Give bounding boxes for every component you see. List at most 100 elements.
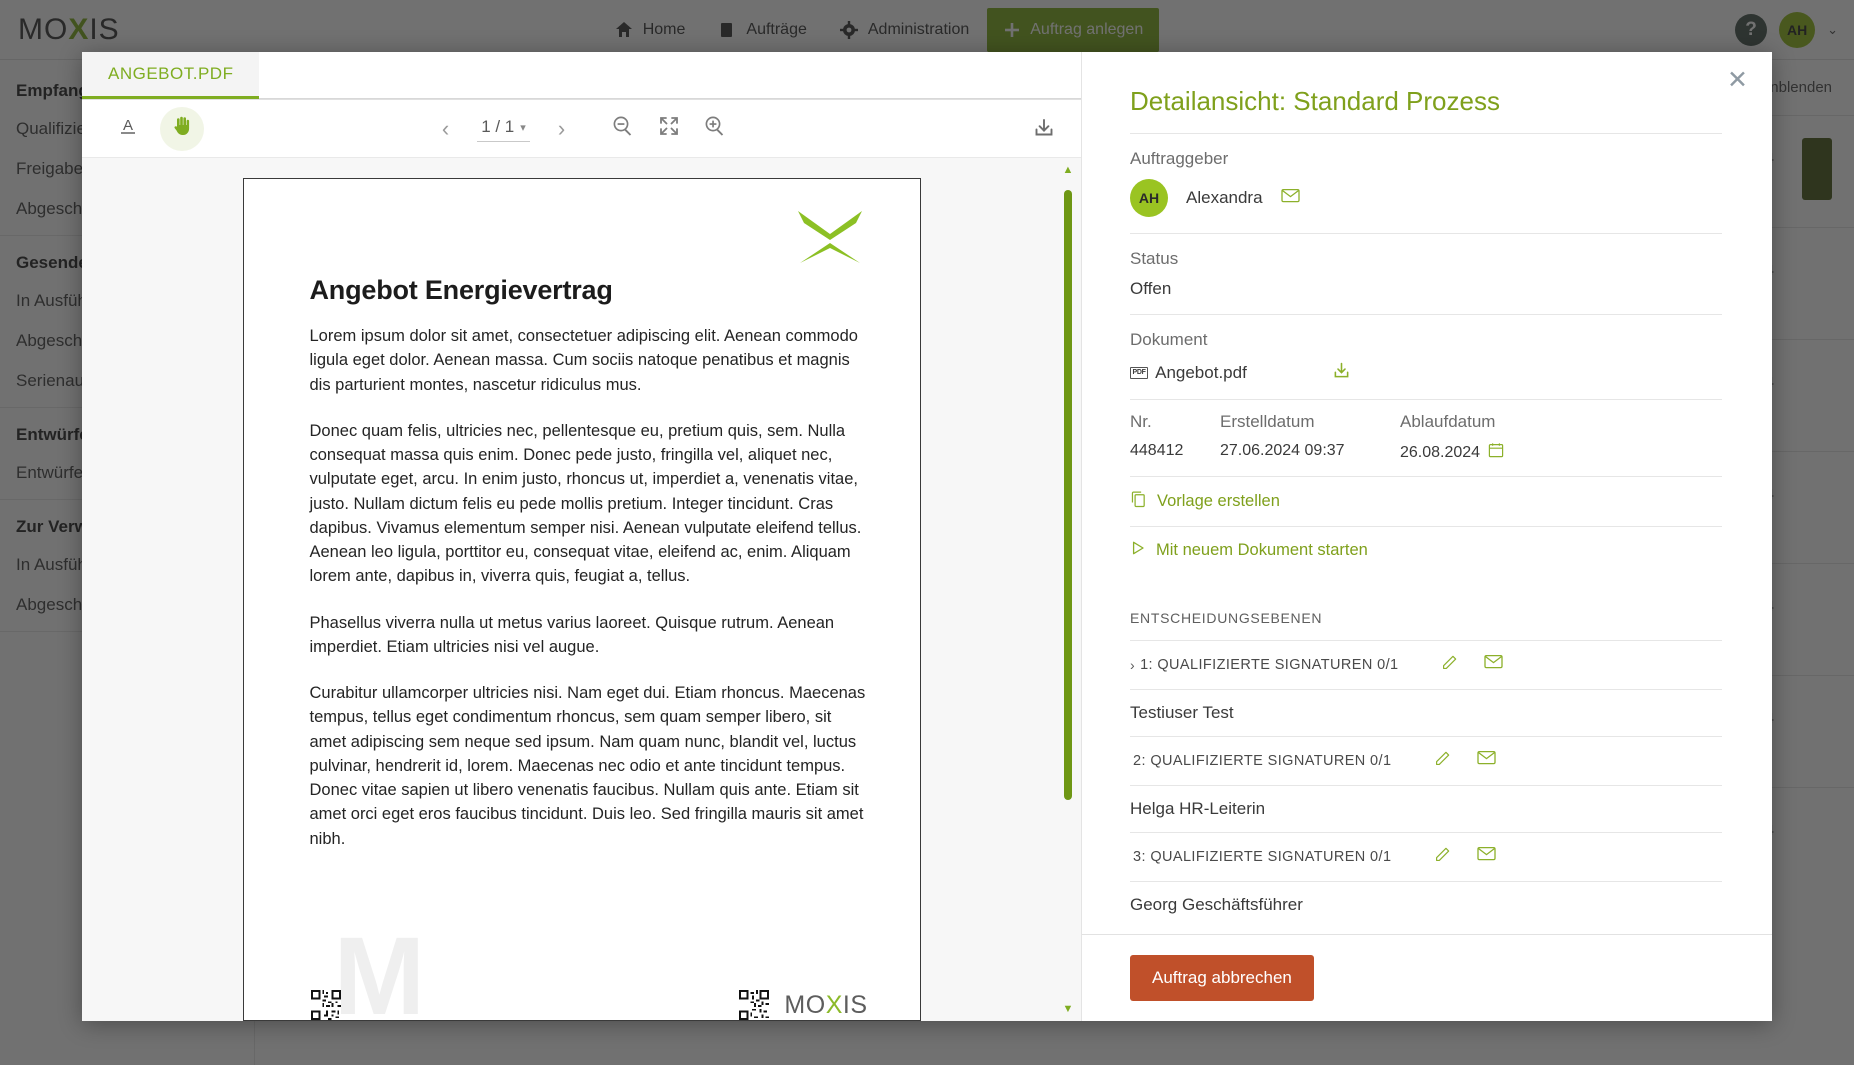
document-logo-icon [794, 207, 866, 272]
meta-col-nr: Nr. 448412 [1130, 412, 1220, 463]
download-icon[interactable] [1331, 360, 1352, 386]
scrollbar-track[interactable] [1061, 176, 1075, 1003]
meta-col-erstelldatum: Erstelldatum 27.06.2024 09:37 [1220, 412, 1400, 463]
pdf-toolbar: A ‹ 1 / 1 ▾ › [82, 100, 1081, 158]
footer-logo-x: X [825, 991, 843, 1019]
download-icon [1035, 118, 1053, 135]
create-template-label: Vorlage erstellen [1157, 492, 1280, 510]
qr-code-icon [739, 990, 770, 1020]
copy-icon [1130, 490, 1147, 513]
document-row: PDF Angebot.pdf [1130, 360, 1722, 399]
close-icon[interactable]: ✕ [1727, 68, 1748, 93]
page-indicator[interactable]: 1 / 1 ▾ [477, 115, 530, 142]
tab-filler [259, 52, 1081, 99]
decision-level-header[interactable]: 2: QUALIFIZIERTE SIGNATUREN 0/1 [1130, 737, 1722, 785]
document-paragraph: Phasellus viverra nulla ut metus varius … [309, 613, 835, 656]
decision-level-actions [1433, 750, 1497, 772]
start-new-document-action[interactable]: Mit neuem Dokument starten [1130, 527, 1722, 574]
principal-row: AH Alexandra [1130, 179, 1722, 233]
decision-level-signer: Georg Geschäftsführer [1130, 895, 1303, 914]
decision-level-title: 2: QUALIFIZIERTE SIGNATUREN 0/1 [1133, 753, 1392, 769]
pdf-file-icon: PDF [1130, 367, 1149, 379]
pdf-page-stage[interactable]: Angebot Energievertrag Lorem ipsum dolor… [82, 158, 1081, 1021]
mail-icon[interactable] [1280, 188, 1300, 208]
svg-text:A: A [123, 117, 133, 134]
page-indicator-value: 1 / 1 [481, 117, 515, 136]
decision-levels-heading: ENTSCHEIDUNGSEBENEN [1130, 610, 1323, 626]
decision-level-title: 3: QUALIFIZIERTE SIGNATUREN 0/1 [1133, 849, 1392, 865]
zoom-out-button[interactable] [611, 114, 635, 143]
divider [1130, 233, 1722, 234]
edit-pencil-icon[interactable] [1433, 846, 1451, 868]
document-title: Angebot Energievertrag [309, 275, 613, 305]
document-paragraph: Donec quam felis, ultricies nec, pellent… [309, 421, 862, 586]
document-paragraph: Curabitur ullamcorper ultricies nisi. Na… [309, 684, 866, 848]
details-footer: Auftrag abbrechen [1082, 934, 1772, 1021]
text-cursor-icon: A [117, 115, 139, 142]
divider [1130, 133, 1722, 134]
detail-modal: ANGEBOT.PDF A ‹ 1 / 1 ▾ › Angebot Energi… [82, 52, 1772, 1021]
decision-level-header[interactable]: 3: QUALIFIZIERTE SIGNATUREN 0/1 [1130, 833, 1722, 881]
cancel-order-button[interactable]: Auftrag abbrechen [1130, 955, 1314, 1001]
scroll-down-icon[interactable]: ▼ [1063, 1003, 1074, 1015]
download-document-button[interactable] [1031, 116, 1057, 142]
mail-icon[interactable] [1477, 750, 1497, 772]
mail-icon[interactable] [1477, 846, 1497, 868]
meta-value-nr: 448412 [1130, 442, 1184, 459]
calendar-icon[interactable] [1488, 442, 1504, 463]
decision-level-signer: Helga HR-Leiterin [1130, 799, 1266, 818]
document-footer-logo: MOXIS [784, 991, 867, 1020]
pdf-viewer-panel: ANGEBOT.PDF A ‹ 1 / 1 ▾ › Angebot Energi… [82, 52, 1082, 1021]
hand-pan-tool-button[interactable] [160, 106, 204, 151]
scrollbar-thumb[interactable] [1064, 190, 1072, 800]
decision-level-title: 1: QUALIFIZIERTE SIGNATUREN 0/1 [1140, 657, 1399, 673]
previous-page-button[interactable]: ‹ [436, 116, 455, 142]
chevron-right-icon: › [1130, 657, 1136, 673]
principal-label: Auftraggeber [1130, 149, 1229, 168]
edit-pencil-icon[interactable] [1440, 654, 1458, 676]
principal-name: Alexandra [1186, 188, 1263, 207]
divider [1130, 314, 1722, 315]
decision-level-header[interactable]: › 1: QUALIFIZIERTE SIGNATUREN 0/1 [1130, 641, 1722, 689]
chevron-down-icon: ▾ [520, 121, 526, 134]
document-file-name: Angebot.pdf [1155, 363, 1247, 382]
meta-value-erstelldatum: 27.06.2024 09:37 [1220, 442, 1345, 459]
status-value: Offen [1130, 279, 1172, 298]
viewer-tabs: ANGEBOT.PDF [82, 52, 1081, 100]
meta-header-nr: Nr. [1130, 412, 1152, 431]
hand-icon [170, 114, 194, 143]
decision-level-actions [1440, 654, 1504, 676]
start-new-document-label: Mit neuem Dokument starten [1156, 541, 1368, 559]
scroll-up-icon[interactable]: ▲ [1063, 164, 1074, 176]
zoom-in-icon [705, 116, 724, 136]
qr-code-icon [310, 990, 341, 1020]
status-label: Status [1130, 249, 1179, 268]
document-label: Dokument [1130, 330, 1208, 349]
meta-value-ablaufdatum: 26.08.2024 [1400, 443, 1481, 461]
edit-pencil-icon[interactable] [1433, 750, 1451, 772]
meta-value-wrap: 26.08.2024 [1400, 442, 1504, 463]
tab-angebot-pdf[interactable]: ANGEBOT.PDF [82, 52, 260, 99]
document-file[interactable]: PDF Angebot.pdf [1130, 363, 1247, 383]
zoom-out-icon [613, 116, 632, 136]
meta-header-ablaufdatum: Ablaufdatum [1400, 412, 1496, 431]
details-title: Detailansicht: Standard Prozess [1130, 86, 1500, 116]
text-select-tool-button[interactable]: A [106, 107, 150, 151]
decision-level-signer: Testiuser Test [1130, 703, 1234, 722]
pdf-tool-group-left: A [106, 106, 204, 151]
create-template-action[interactable]: Vorlage erstellen [1130, 477, 1722, 526]
document-meta: Nr. 448412 Erstelldatum 27.06.2024 09:37… [1130, 400, 1722, 476]
meta-header-erstelldatum: Erstelldatum [1220, 412, 1315, 431]
decision-level-actions [1433, 846, 1497, 868]
play-icon [1130, 540, 1146, 561]
footer-logo-mo: MO [784, 991, 826, 1019]
document-paragraph: Lorem ipsum dolor sit amet, consectetuer… [309, 327, 858, 394]
next-page-button[interactable]: › [552, 116, 571, 142]
fit-to-screen-button[interactable] [657, 114, 681, 143]
footer-logo-is: IS [842, 991, 868, 1019]
zoom-in-button[interactable] [703, 114, 727, 143]
mail-icon[interactable] [1484, 654, 1504, 676]
document-footer-right: MOXIS [738, 990, 867, 1020]
avatar: AH [1130, 179, 1168, 217]
pdf-scrollbar[interactable]: ▲ ▼ [1061, 164, 1075, 1015]
